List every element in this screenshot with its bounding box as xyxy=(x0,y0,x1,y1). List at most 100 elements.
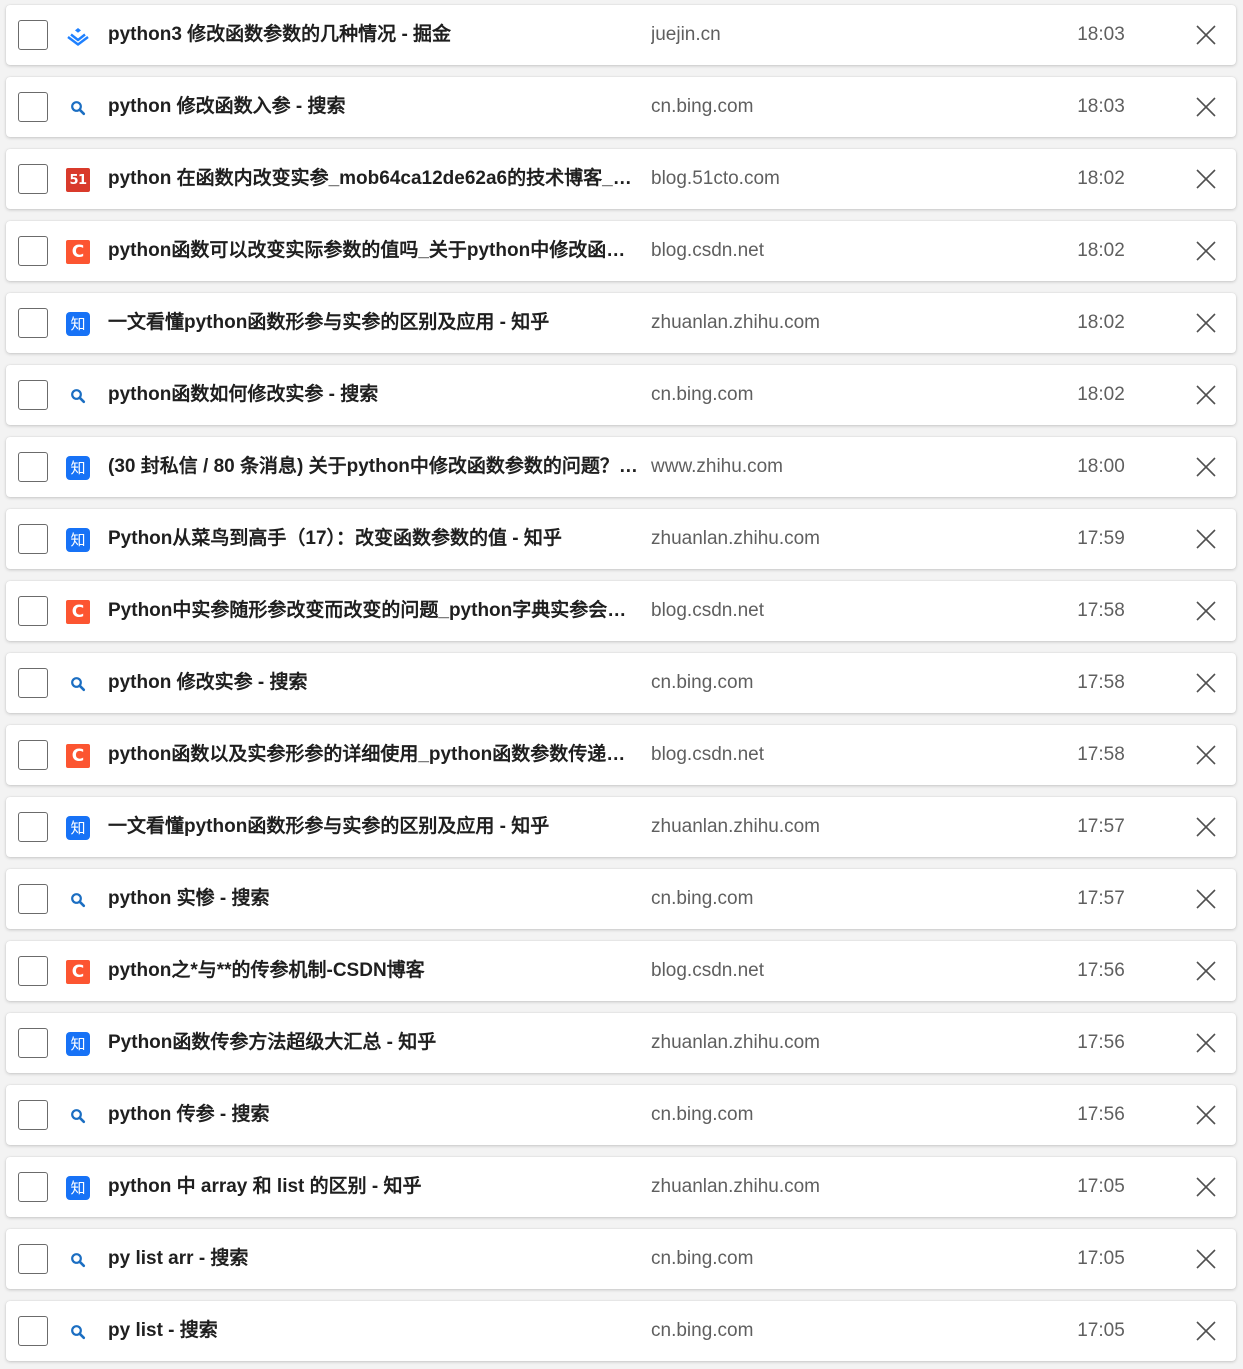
page-title-link[interactable]: python之*与**的传参机制-CSDN博客 xyxy=(108,941,640,1001)
visit-time: 18:02 xyxy=(1077,312,1125,333)
bing-search-icon xyxy=(66,384,90,408)
history-row[interactable]: 知 python 中 array 和 list 的区别 - 知乎 zhuanlan.… xyxy=(6,1157,1236,1217)
history-row[interactable]: python 实惨 - 搜索 cn.bing.com 17:57 xyxy=(6,869,1236,929)
delete-entry-button[interactable] xyxy=(1191,884,1221,914)
history-row[interactable]: Cpython函数以及实参形参的详细使用_python函数参数传递中,实参和形参… xyxy=(6,725,1236,785)
page-title-link[interactable]: python3 修改函数参数的几种情况 - 掘金 xyxy=(108,5,640,65)
select-checkbox[interactable] xyxy=(18,1316,48,1346)
delete-entry-button[interactable] xyxy=(1191,524,1221,554)
history-row[interactable]: python3 修改函数参数的几种情况 - 掘金 juejin.cn 18:03 xyxy=(6,5,1236,65)
select-checkbox[interactable] xyxy=(18,884,48,914)
page-title-link[interactable]: python 实惨 - 搜索 xyxy=(108,869,640,929)
history-row[interactable]: Cpython之*与**的传参机制-CSDN博客 blog.csdn.net 17:… xyxy=(6,941,1236,1001)
close-icon xyxy=(1196,1249,1216,1269)
history-row[interactable]: python 修改函数入参 - 搜索 cn.bing.com 18:03 xyxy=(6,77,1236,137)
visit-time: 18:02 xyxy=(1077,240,1125,261)
history-row[interactable]: python函数如何修改实参 - 搜索 cn.bing.com 18:02 xyxy=(6,365,1236,425)
zhihu-icon: 知 xyxy=(66,456,90,480)
delete-entry-button[interactable] xyxy=(1191,236,1221,266)
history-row[interactable]: C Python中实参随形参改变而改变的问题_python字典实参会改变吗 blog… xyxy=(6,581,1236,641)
page-title-link[interactable]: py list arr - 搜索 xyxy=(108,1229,640,1289)
visit-time: 17:58 xyxy=(1077,744,1125,765)
page-title-link[interactable]: python 修改实参 - 搜索 xyxy=(108,653,640,713)
page-title-link[interactable]: python 中 array 和 list 的区别 - 知乎 xyxy=(108,1157,640,1217)
page-title-link[interactable]: python函数以及实参形参的详细使用_python函数参数传递中,实参和形参 xyxy=(108,725,640,785)
delete-entry-button[interactable] xyxy=(1191,1316,1221,1346)
history-row[interactable]: 知 Python从菜鸟到高手（17）：改变函数参数的值 - 知乎 zhuanlan.… xyxy=(6,509,1236,569)
history-row[interactable]: Cpython函数可以改变实际参数的值吗_关于python中修改函数参数的问题 b… xyxy=(6,221,1236,281)
page-title-link[interactable]: python 在函数内改变实参_mob64ca12de62a6的技术博客_51C… xyxy=(108,149,640,209)
site-domain: cn.bing.com xyxy=(651,672,754,693)
history-list: python3 修改函数参数的几种情况 - 掘金 juejin.cn 18:03 py… xyxy=(0,0,1243,1369)
close-icon xyxy=(1196,961,1216,981)
delete-entry-button[interactable] xyxy=(1191,596,1221,626)
history-row[interactable]: python 修改实参 - 搜索 cn.bing.com 17:58 xyxy=(6,653,1236,713)
juejin-icon xyxy=(66,24,90,48)
history-row[interactable]: py list - 搜索 cn.bing.com 17:05 xyxy=(6,1301,1236,1361)
delete-entry-button[interactable] xyxy=(1191,92,1221,122)
51cto-icon: 51 xyxy=(66,168,90,192)
site-domain: juejin.cn xyxy=(651,24,721,45)
select-checkbox[interactable] xyxy=(18,596,48,626)
delete-entry-button[interactable] xyxy=(1191,1028,1221,1058)
select-checkbox[interactable] xyxy=(18,668,48,698)
history-row[interactable]: 知 (30 封私信 / 80 条消息) 关于python中修改函数参数的问题？ -… xyxy=(6,437,1236,497)
page-title-link[interactable]: Python函数传参方法超级大汇总 - 知乎 xyxy=(108,1013,640,1073)
visit-time: 17:56 xyxy=(1077,1104,1125,1125)
page-title-link[interactable]: (30 封私信 / 80 条消息) 关于python中修改函数参数的问题？ - … xyxy=(108,437,640,497)
history-row[interactable]: py list arr - 搜索 cn.bing.com 17:05 xyxy=(6,1229,1236,1289)
visit-time: 17:05 xyxy=(1077,1320,1125,1341)
page-title-link[interactable]: python 修改函数入参 - 搜索 xyxy=(108,77,640,137)
visit-time: 17:59 xyxy=(1077,528,1125,549)
page-title-link[interactable]: python 传参 - 搜索 xyxy=(108,1085,640,1145)
select-checkbox[interactable] xyxy=(18,524,48,554)
history-row[interactable]: 51 python 在函数内改变实参_mob64ca12de62a6的技术博客_5… xyxy=(6,149,1236,209)
page-title-link[interactable]: python函数如何修改实参 - 搜索 xyxy=(108,365,640,425)
delete-entry-button[interactable] xyxy=(1191,1244,1221,1274)
delete-entry-button[interactable] xyxy=(1191,956,1221,986)
select-checkbox[interactable] xyxy=(18,308,48,338)
history-row[interactable]: 知一文看懂python函数形参与实参的区别及应用 - 知乎 zhuanlan.zh… xyxy=(6,797,1236,857)
select-checkbox[interactable] xyxy=(18,92,48,122)
select-checkbox[interactable] xyxy=(18,20,48,50)
close-icon xyxy=(1196,25,1216,45)
history-row[interactable]: python 传参 - 搜索 cn.bing.com 17:56 xyxy=(6,1085,1236,1145)
select-checkbox[interactable] xyxy=(18,1172,48,1202)
history-row[interactable]: 知 Python函数传参方法超级大汇总 - 知乎 zhuanlan.zhihu.co… xyxy=(6,1013,1236,1073)
page-title-link[interactable]: 一文看懂python函数形参与实参的区别及应用 - 知乎 xyxy=(108,797,640,857)
zhihu-icon: 知 xyxy=(66,816,90,840)
select-checkbox[interactable] xyxy=(18,452,48,482)
delete-entry-button[interactable] xyxy=(1191,164,1221,194)
select-checkbox[interactable] xyxy=(18,740,48,770)
page-title-link[interactable]: py list - 搜索 xyxy=(108,1301,640,1361)
bing-search-icon xyxy=(66,1104,90,1128)
delete-entry-button[interactable] xyxy=(1191,740,1221,770)
delete-entry-button[interactable] xyxy=(1191,812,1221,842)
close-icon xyxy=(1196,745,1216,765)
site-domain: blog.csdn.net xyxy=(651,600,765,621)
delete-entry-button[interactable] xyxy=(1191,1172,1221,1202)
select-checkbox[interactable] xyxy=(18,956,48,986)
delete-entry-button[interactable] xyxy=(1191,452,1221,482)
select-checkbox[interactable] xyxy=(18,1244,48,1274)
select-checkbox[interactable] xyxy=(18,380,48,410)
close-icon xyxy=(1196,385,1216,405)
history-row[interactable]: 知一文看懂python函数形参与实参的区别及应用 - 知乎 zhuanlan.zh… xyxy=(6,293,1236,353)
site-domain: cn.bing.com xyxy=(651,384,754,405)
select-checkbox[interactable] xyxy=(18,236,48,266)
delete-entry-button[interactable] xyxy=(1191,668,1221,698)
page-title-link[interactable]: Python中实参随形参改变而改变的问题_python字典实参会改变吗 xyxy=(108,581,640,641)
delete-entry-button[interactable] xyxy=(1191,308,1221,338)
delete-entry-button[interactable] xyxy=(1191,1100,1221,1130)
page-title-link[interactable]: Python从菜鸟到高手（17）：改变函数参数的值 - 知乎 xyxy=(108,509,640,569)
page-title-link[interactable]: python函数可以改变实际参数的值吗_关于python中修改函数参数的问题 xyxy=(108,221,640,281)
select-checkbox[interactable] xyxy=(18,1100,48,1130)
close-icon xyxy=(1196,1033,1216,1053)
close-icon xyxy=(1196,529,1216,549)
select-checkbox[interactable] xyxy=(18,812,48,842)
page-title-link[interactable]: 一文看懂python函数形参与实参的区别及应用 - 知乎 xyxy=(108,293,640,353)
select-checkbox[interactable] xyxy=(18,164,48,194)
delete-entry-button[interactable] xyxy=(1191,380,1221,410)
delete-entry-button[interactable] xyxy=(1191,20,1221,50)
select-checkbox[interactable] xyxy=(18,1028,48,1058)
